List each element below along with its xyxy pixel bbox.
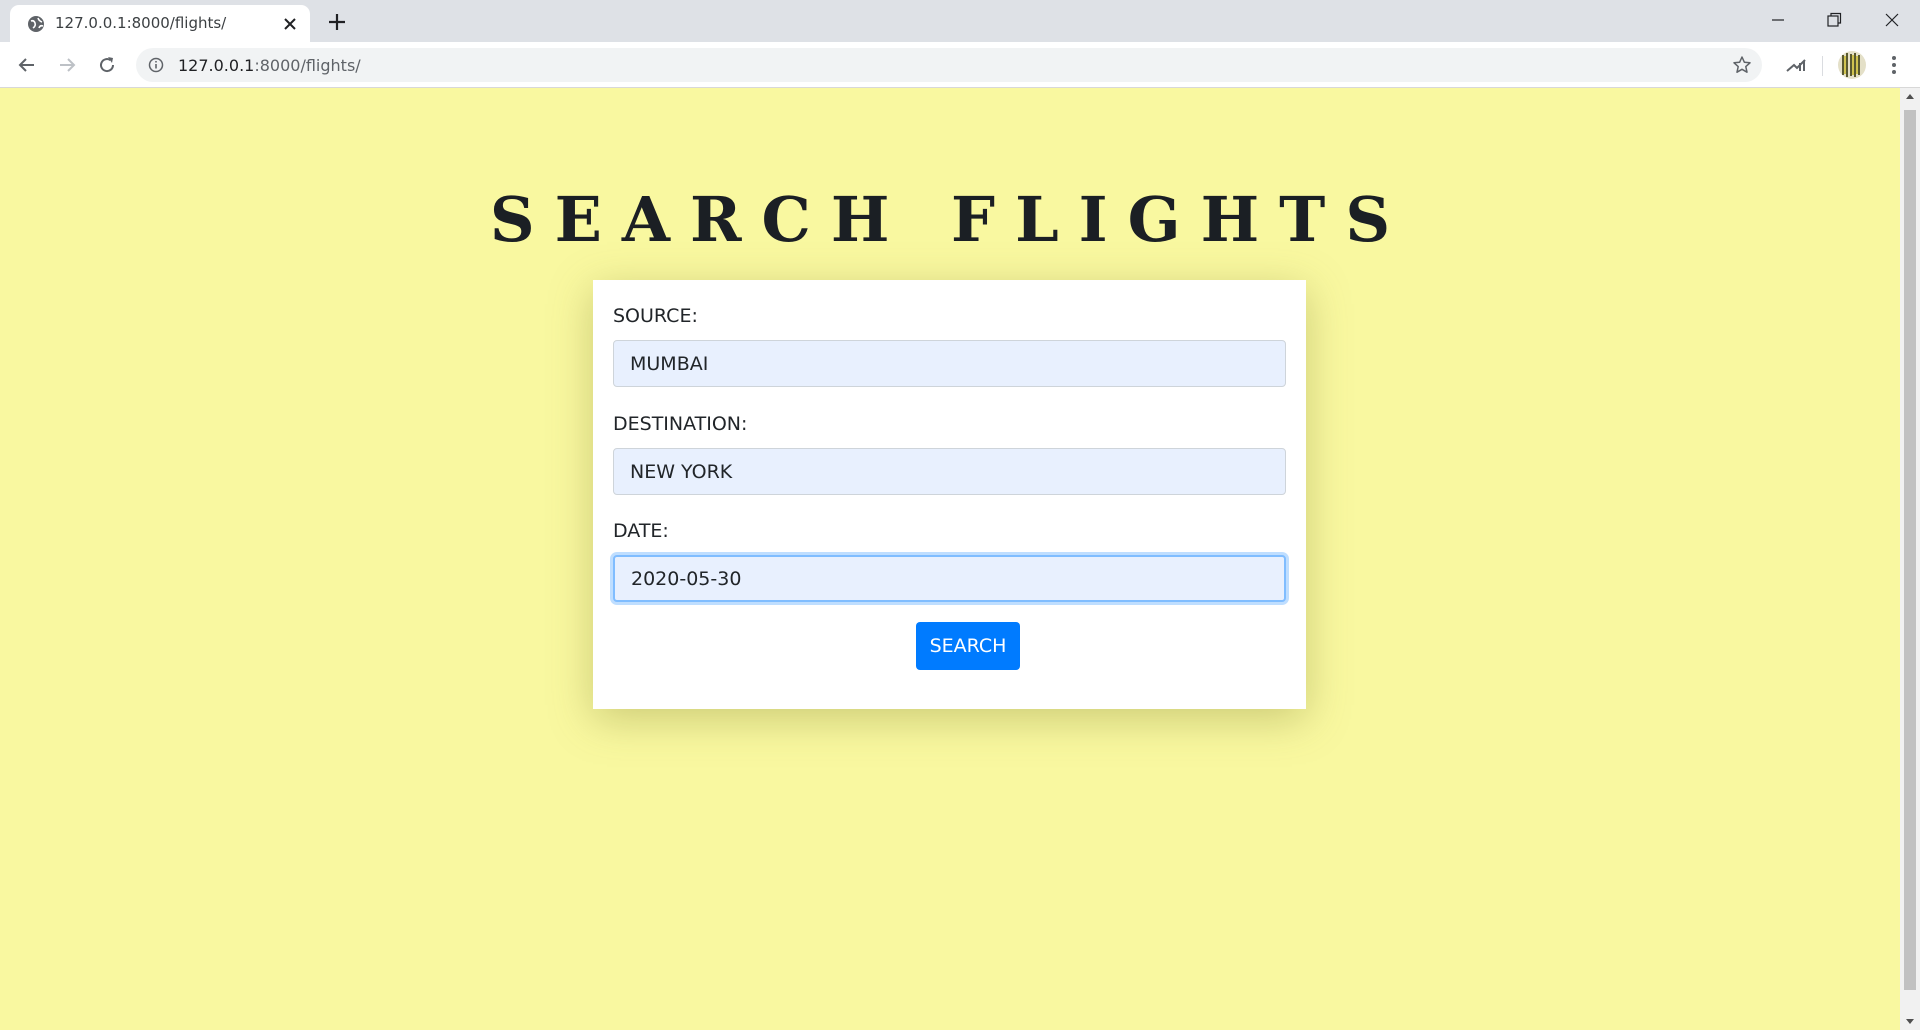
browser-toolbar: 127.0.0.1:8000/flights/ [0, 42, 1920, 88]
arrow-right-icon [60, 58, 76, 72]
source-input[interactable] [613, 340, 1286, 387]
close-icon [1885, 13, 1899, 27]
star-icon[interactable] [1732, 55, 1752, 75]
info-icon[interactable] [148, 57, 164, 73]
page-viewport: SEARCH FLIGHTS SOURCE: DESTINATION: DATE… [0, 88, 1900, 1030]
forward-button[interactable] [52, 50, 82, 80]
browser-tabstrip: 127.0.0.1:8000/flights/ [0, 0, 1920, 42]
address-bar[interactable]: 127.0.0.1:8000/flights/ [136, 48, 1762, 82]
window-close-button[interactable] [1864, 0, 1920, 38]
destination-input[interactable] [613, 448, 1286, 495]
source-label: SOURCE: [613, 305, 698, 327]
tab-title: 127.0.0.1:8000/flights/ [55, 14, 227, 32]
restore-icon [1827, 12, 1842, 27]
media-router-icon[interactable] [1784, 53, 1808, 77]
arrow-left-icon [18, 58, 34, 72]
date-label: DATE: [613, 520, 669, 542]
destination-label: DESTINATION: [613, 413, 748, 435]
page-title: SEARCH FLIGHTS [489, 183, 1411, 256]
url-path: :8000/flights/ [254, 56, 361, 75]
search-button[interactable]: SEARCH [916, 622, 1020, 670]
scroll-up-arrow-icon[interactable] [1900, 88, 1920, 105]
minimize-icon [1772, 19, 1784, 21]
date-input[interactable] [613, 555, 1286, 602]
reload-button[interactable] [92, 50, 122, 80]
minimize-button[interactable] [1750, 0, 1806, 38]
close-icon[interactable] [280, 14, 300, 34]
page-scrollbar[interactable] [1900, 88, 1920, 1030]
scroll-down-arrow-icon[interactable] [1900, 1013, 1920, 1030]
search-form-card: SOURCE: DESTINATION: DATE: SEARCH [593, 280, 1306, 709]
plus-icon[interactable] [325, 10, 349, 34]
url-text: 127.0.0.1:8000/flights/ [178, 56, 361, 75]
restore-button[interactable] [1806, 0, 1862, 38]
url-host: 127.0.0.1 [178, 56, 255, 75]
profile-avatar-icon[interactable] [1838, 51, 1866, 79]
kebab-menu-icon[interactable] [1882, 53, 1906, 77]
scrollbar-thumb[interactable] [1904, 110, 1916, 990]
browser-tab[interactable]: 127.0.0.1:8000/flights/ [10, 5, 310, 42]
back-button[interactable] [12, 50, 42, 80]
toolbar-divider [1822, 56, 1823, 76]
reload-icon [100, 57, 115, 73]
globe-icon [28, 16, 44, 32]
